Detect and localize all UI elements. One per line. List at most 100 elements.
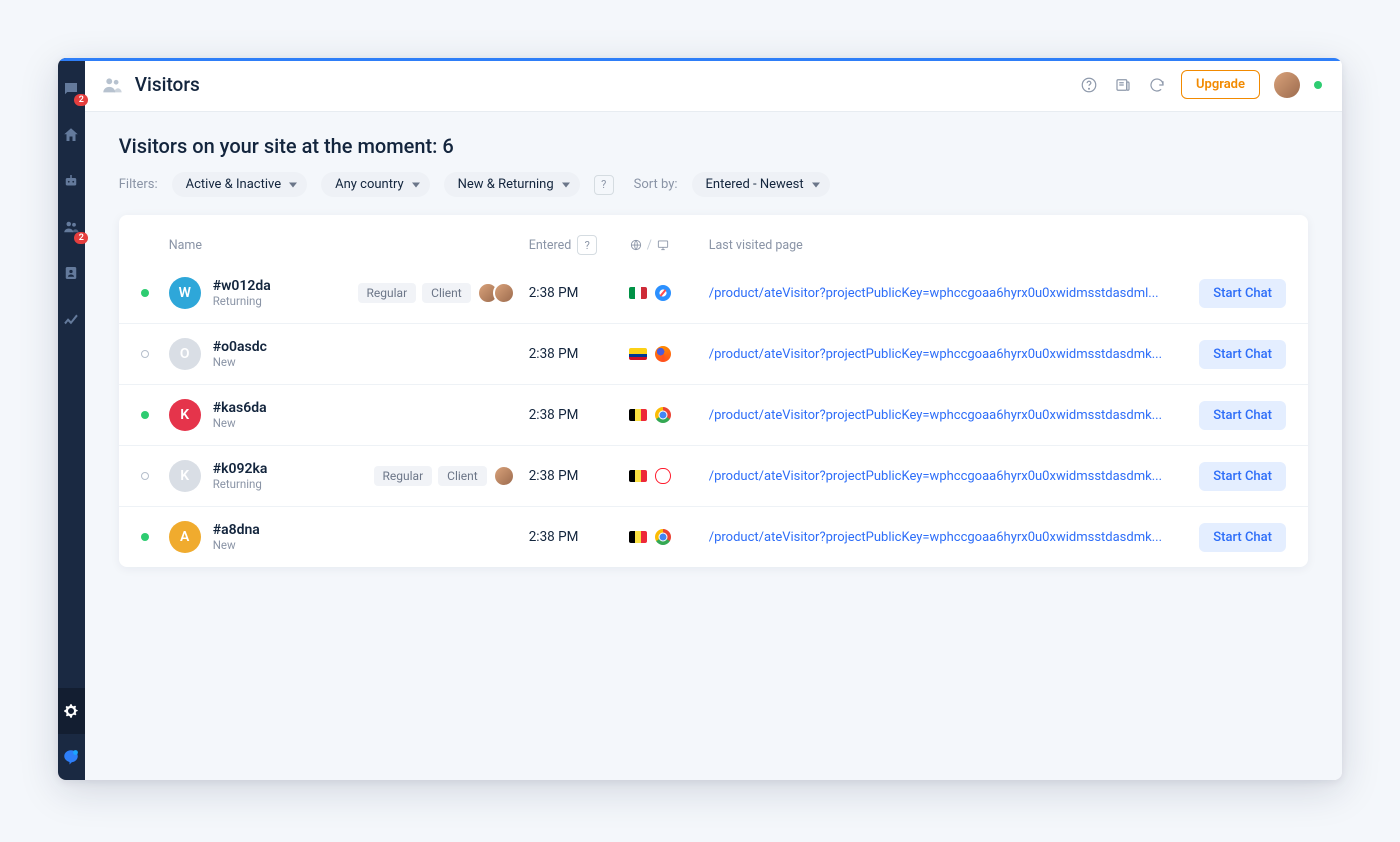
filter-country[interactable]: Any country [321,172,430,197]
visitor-name[interactable]: #kas6da [213,400,267,416]
visitor-status: New [213,355,267,369]
presence-dot [141,411,149,419]
nav-analytics[interactable] [58,306,84,332]
last-visited-page[interactable]: /product/ateVisitor?projectPublicKey=wph… [709,469,1176,484]
entered-time: 2:38 PM [529,346,629,362]
locale-cell [629,285,709,301]
tag: Regular [358,283,417,303]
entered-time: 2:38 PM [529,468,629,484]
visitor-avatar: K [169,460,201,492]
header: Visitors Upgrade [85,58,1342,112]
refresh-icon[interactable] [1147,75,1167,95]
presence-dot [141,289,149,297]
start-chat-button[interactable]: Start Chat [1199,340,1286,369]
visitor-name[interactable]: #a8dna [213,522,260,538]
visitor-tags: RegularClient [374,465,515,487]
country-flag-icon [629,348,647,360]
browser-icon [655,529,671,545]
country-flag-icon [629,409,647,421]
table-row: O #o0asdcNew 2:38 PM/product/ateVisitor?pr… [119,323,1308,384]
presence-dot [141,350,149,358]
presence-dot [141,472,149,480]
country-flag-icon [629,287,647,299]
filter-activity[interactable]: Active & Inactive [172,172,307,197]
visitor-tags: RegularClient [358,282,515,304]
heading-prefix: Visitors on your site at the moment: [119,134,443,158]
last-visited-page[interactable]: /product/ateVisitor?projectPublicKey=wph… [709,408,1176,423]
desktop-icon [656,238,670,252]
top-accent-bar [58,58,1342,61]
start-chat-button[interactable]: Start Chat [1199,279,1286,308]
th-page: Last visited page [709,238,1176,253]
visitors-table: Name Entered ? / Last visited page W #w01… [119,215,1308,567]
start-chat-button[interactable]: Start Chat [1199,523,1286,552]
last-visited-page[interactable]: /product/ateVisitor?projectPublicKey=wph… [709,530,1176,545]
table-row: A #a8dnaNew 2:38 PM/product/ateVisitor?pro… [119,506,1308,567]
nav-home[interactable] [58,122,84,148]
filters-help[interactable]: ? [594,175,614,195]
start-chat-button[interactable]: Start Chat [1199,462,1286,491]
visitors-badge: 2 [74,232,88,244]
filter-type[interactable]: New & Returning [444,172,580,197]
entered-help[interactable]: ? [577,235,597,255]
assignee-avatars [477,282,515,304]
upgrade-button[interactable]: Upgrade [1181,70,1260,99]
browser-icon [655,407,671,423]
sort-label: Sort by: [634,177,678,192]
visitor-name[interactable]: #o0asdc [213,339,267,355]
last-visited-page[interactable]: /product/ateVisitor?projectPublicKey=wph… [709,347,1176,362]
table-row: K #k092kaReturning RegularClient 2:38 PM/pr… [119,445,1308,506]
visitor-avatar: O [169,338,201,370]
visitor-status: New [213,416,267,430]
page-heading: Visitors on your site at the moment: 6 [119,134,1308,158]
visitor-status: Returning [213,294,271,308]
country-flag-icon [629,531,647,543]
user-avatar[interactable] [1274,72,1300,98]
th-locale: / [629,238,709,253]
locale-cell [629,468,709,484]
nav-chat[interactable]: 2 [58,76,84,102]
locale-sep: / [647,238,652,253]
nav-brand-logo[interactable] [58,734,85,780]
th-name: Name [169,238,529,253]
globe-icon [629,238,643,252]
assignee-avatars [493,465,515,487]
visitor-name[interactable]: #w012da [213,278,271,294]
filters-label: Filters: [119,177,158,192]
visitors-icon [101,74,123,96]
visitor-count: 6 [442,134,453,158]
visitor-status: Returning [213,477,268,491]
browser-icon [655,468,671,484]
visitor-name[interactable]: #k092ka [213,461,268,477]
nav-bot[interactable] [58,168,84,194]
app-window: 2 2 [58,58,1342,780]
nav-visitors[interactable]: 2 [58,214,84,240]
help-icon[interactable] [1079,75,1099,95]
content: Visitors on your site at the moment: 6 F… [85,112,1342,589]
chat-badge: 2 [74,94,88,106]
sort-select[interactable]: Entered - Newest [692,172,830,197]
page-title: Visitors [135,73,200,96]
country-flag-icon [629,470,647,482]
visitor-avatar: W [169,277,201,309]
last-visited-page[interactable]: /product/ateVisitor?projectPublicKey=wph… [709,286,1176,301]
filters-row: Filters: Active & Inactive Any country N… [119,172,1308,197]
start-chat-button[interactable]: Start Chat [1199,401,1286,430]
visitor-avatar: A [169,521,201,553]
table-head: Name Entered ? / Last visited page [119,221,1308,263]
nav-settings[interactable] [58,688,85,734]
online-status-dot [1314,81,1322,89]
visitor-status: New [213,538,260,552]
entered-time: 2:38 PM [529,529,629,545]
table-row: W #w012daReturning RegularClient 2:38 PM/pr… [119,263,1308,323]
browser-icon [655,346,671,362]
table-row: K#kas6daNew2:38 PM/product/ateVisitor?pr… [119,384,1308,445]
visitor-avatar: K [169,399,201,431]
tag: Regular [374,466,433,486]
locale-cell [629,407,709,423]
presence-dot [141,533,149,541]
news-icon[interactable] [1113,75,1133,95]
locale-cell [629,529,709,545]
nav-contacts[interactable] [58,260,84,286]
entered-time: 2:38 PM [529,285,629,301]
